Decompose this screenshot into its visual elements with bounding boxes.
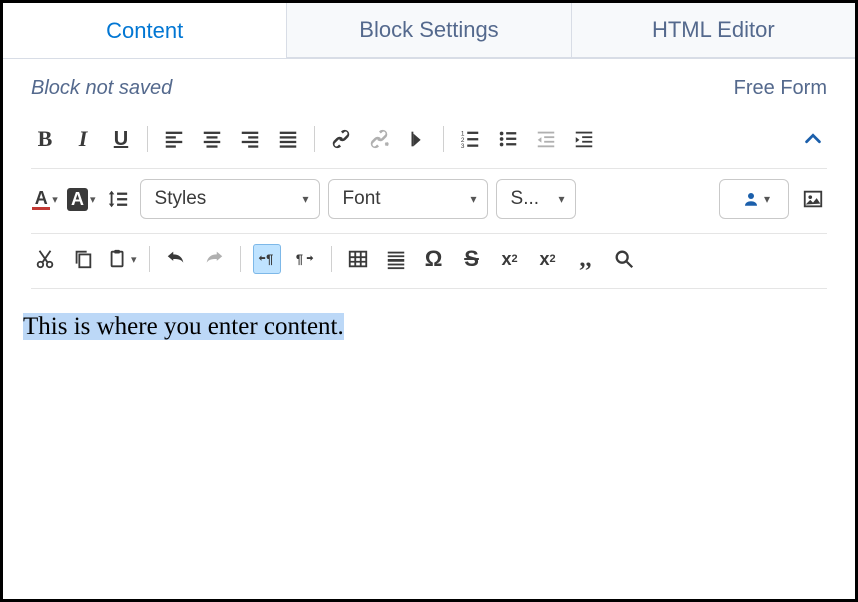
italic-button[interactable]: I	[69, 124, 97, 154]
layout-type: Free Form	[734, 77, 827, 100]
font-dropdown[interactable]: Font▾	[328, 179, 488, 219]
tab-bar: Content Block Settings HTML Editor	[3, 3, 855, 59]
separator	[443, 126, 444, 152]
special-char-button[interactable]: Ω	[420, 244, 448, 274]
separator	[240, 246, 241, 272]
svg-text:¶: ¶	[266, 252, 273, 267]
background-color-button[interactable]: A▾	[67, 184, 96, 214]
paste-button[interactable]: ▾	[107, 244, 137, 274]
editor-frame: Content Block Settings HTML Editor Block…	[0, 0, 858, 602]
redo-button	[200, 244, 228, 274]
tab-block-settings[interactable]: Block Settings	[287, 3, 570, 58]
separator	[149, 246, 150, 272]
find-button[interactable]	[610, 244, 638, 274]
table-button[interactable]	[344, 244, 372, 274]
align-right-button[interactable]	[236, 124, 264, 154]
svg-text:¶: ¶	[295, 252, 302, 267]
numbered-list-button[interactable]: 123	[456, 124, 484, 154]
align-center-button[interactable]	[198, 124, 226, 154]
toolbar-row-2: A▾ A▾ Styles▾ Font▾ S...▾ ▾	[31, 169, 827, 234]
align-justify-button[interactable]	[274, 124, 302, 154]
image-button[interactable]	[799, 184, 827, 214]
content-text: This is where you enter content.	[23, 313, 344, 340]
subscript-button[interactable]: x2	[496, 244, 524, 274]
strikethrough-button[interactable]: S	[458, 244, 486, 274]
horizontal-rule-button[interactable]	[382, 244, 410, 274]
outdent-button	[532, 124, 560, 154]
indent-button[interactable]	[570, 124, 598, 154]
undo-button[interactable]	[162, 244, 190, 274]
styles-label: Styles	[155, 188, 207, 210]
blockquote-button[interactable]: ,,	[572, 244, 600, 274]
styles-dropdown[interactable]: Styles▾	[140, 179, 320, 219]
toolbar: B I U 123 A▾ A	[3, 110, 855, 289]
copy-button[interactable]	[69, 244, 97, 274]
font-size-dropdown[interactable]: S...▾	[496, 179, 576, 219]
ltr-direction-button[interactable]: ¶	[253, 244, 281, 274]
tab-html-editor[interactable]: HTML Editor	[571, 3, 855, 58]
separator	[314, 126, 315, 152]
toolbar-row-3: ▾ ¶ ¶ Ω S x2 x2 ,,	[31, 234, 827, 289]
save-status: Block not saved	[31, 77, 172, 100]
font-label: Font	[343, 188, 381, 210]
svg-text:3: 3	[461, 143, 465, 150]
superscript-button[interactable]: x2	[534, 244, 562, 274]
toolbar-row-1: B I U 123	[31, 114, 827, 169]
size-label: S...	[511, 188, 540, 210]
separator	[331, 246, 332, 272]
bullet-list-button[interactable]	[494, 124, 522, 154]
content-area[interactable]: This is where you enter content.	[3, 289, 855, 599]
text-color-button[interactable]: A▾	[31, 184, 59, 214]
rtl-direction-button[interactable]: ¶	[291, 244, 319, 274]
underline-button[interactable]: U	[107, 124, 135, 154]
tab-content[interactable]: Content	[3, 3, 287, 58]
collapse-toolbar-button[interactable]	[799, 124, 827, 154]
anchor-button[interactable]	[403, 124, 431, 154]
line-height-button[interactable]	[104, 184, 132, 214]
bold-button[interactable]: B	[31, 124, 59, 154]
personalize-dropdown[interactable]: ▾	[719, 179, 789, 219]
cut-button[interactable]	[31, 244, 59, 274]
status-bar: Block not saved Free Form	[3, 59, 855, 110]
link-button[interactable]	[327, 124, 355, 154]
unlink-button	[365, 124, 393, 154]
separator	[147, 126, 148, 152]
align-left-button[interactable]	[160, 124, 188, 154]
